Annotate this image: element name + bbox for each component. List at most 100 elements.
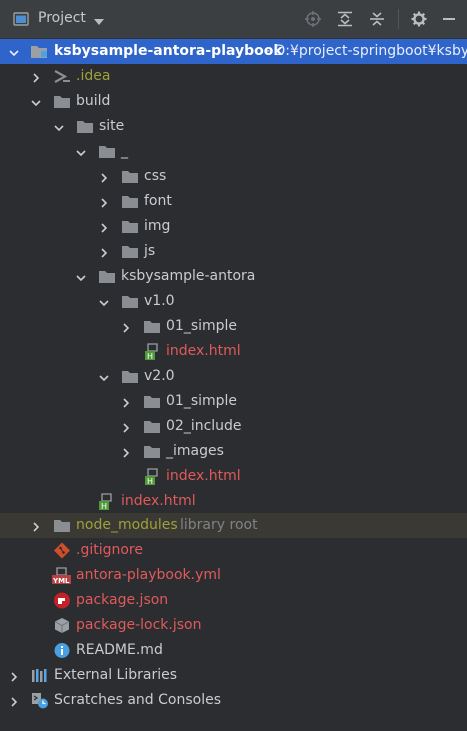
build-label: build — [76, 93, 111, 109]
project-tool-window: Project ksbysample-antora-playbook - D:¥… — [0, 0, 467, 731]
tree-node-font[interactable]: font — [0, 189, 467, 214]
folder-icon — [53, 93, 71, 110]
npm-file-icon — [53, 592, 71, 609]
tree-node-v1[interactable]: v1.0 — [0, 289, 467, 314]
tree-node-v2-index[interactable]: H index.html — [0, 464, 467, 489]
hide-icon[interactable] — [441, 11, 457, 27]
tree-node-playbook[interactable]: YML antora-playbook.yml — [0, 563, 467, 588]
svg-text:H: H — [147, 477, 153, 485]
tree-node-idea[interactable]: .idea — [0, 64, 467, 89]
svg-text:YML: YML — [52, 577, 70, 584]
info-file-icon — [53, 642, 71, 659]
tree-node-readme[interactable]: README.md — [0, 638, 467, 663]
tree-node-external-libraries[interactable]: External Libraries — [0, 663, 467, 688]
chevron-right-icon[interactable] — [99, 221, 109, 233]
chevron-down-icon[interactable] — [31, 96, 41, 107]
folder-icon — [143, 393, 161, 410]
chevron-down-icon[interactable] — [76, 271, 86, 282]
tree-node-scratches[interactable]: Scratches and Consoles — [0, 688, 467, 713]
folder-icon — [76, 118, 94, 135]
folder-icon — [121, 168, 139, 185]
tree-node-node-modules[interactable]: node_modules library root — [0, 513, 467, 538]
tool-window-header: Project — [0, 0, 467, 39]
folder-icon — [121, 193, 139, 210]
js-label: js — [144, 243, 156, 259]
gitignore-label: .gitignore — [76, 542, 143, 558]
v1-index-label: index.html — [166, 343, 241, 359]
tree-node-ksbysample-antora[interactable]: ksbysample-antora — [0, 264, 467, 289]
tree-node-css[interactable]: css — [0, 164, 467, 189]
chevron-down-icon[interactable] — [9, 46, 19, 57]
folder-icon — [98, 143, 116, 160]
tree-node-img[interactable]: img — [0, 214, 467, 239]
tree-node-v2-include[interactable]: 02_include — [0, 414, 467, 439]
site-index-label: index.html — [121, 493, 196, 509]
tree-node-build[interactable]: build — [0, 89, 467, 114]
chevron-right-icon[interactable] — [9, 670, 19, 682]
svg-text:H: H — [147, 352, 153, 360]
locate-icon[interactable] — [305, 11, 321, 27]
folder-icon — [121, 243, 139, 260]
tree-node-package-json[interactable]: package.json — [0, 588, 467, 613]
folder-icon — [143, 418, 161, 435]
chevron-right-icon[interactable] — [121, 396, 131, 408]
tree-node-v1-index[interactable]: H index.html — [0, 339, 467, 364]
chevron-down-icon[interactable] — [99, 371, 109, 382]
tree-node-site-index[interactable]: H index.html — [0, 489, 467, 514]
scratches-icon — [31, 692, 49, 709]
scratches-label: Scratches and Consoles — [54, 692, 221, 708]
chevron-right-icon[interactable] — [121, 421, 131, 433]
v1-simple-label: 01_simple — [166, 318, 238, 334]
folder-icon — [121, 218, 139, 235]
img-label: img — [144, 218, 171, 234]
site-label: site — [99, 118, 125, 134]
folder-icon — [98, 268, 116, 285]
chevron-down-icon[interactable] — [76, 146, 86, 157]
chevron-right-icon[interactable] — [31, 520, 41, 532]
tool-window-title[interactable]: Project — [38, 10, 86, 26]
playbook-label: antora-playbook.yml — [76, 567, 221, 583]
chevron-down-icon[interactable] — [54, 121, 64, 132]
chevron-down-icon[interactable] — [99, 296, 109, 307]
node-modules-label: node_modules — [76, 517, 178, 533]
idea-folder-icon — [53, 68, 71, 85]
chevron-right-icon[interactable] — [99, 246, 109, 258]
chevron-right-icon[interactable] — [9, 695, 19, 707]
chevron-right-icon[interactable] — [31, 71, 41, 83]
tree-node-v2-simple[interactable]: 01_simple — [0, 389, 467, 414]
tree-node-v1-simple[interactable]: 01_simple — [0, 314, 467, 339]
folder-icon — [143, 318, 161, 335]
html-file-icon: H — [144, 468, 162, 486]
chevron-right-icon[interactable] — [99, 196, 109, 208]
gear-icon[interactable] — [411, 11, 427, 27]
library-root-hint: library root — [180, 517, 258, 533]
lock-file-icon — [53, 617, 71, 634]
chevron-right-icon[interactable] — [121, 446, 131, 458]
v2-images-label: _images — [166, 443, 224, 459]
ksbysample-antora-label: ksbysample-antora — [121, 268, 256, 284]
package-json-label: package.json — [76, 592, 169, 608]
idea-label: .idea — [76, 68, 111, 84]
tree-node-gitignore[interactable]: .gitignore — [0, 538, 467, 563]
header-separator — [398, 9, 399, 29]
tree-node-js[interactable]: js — [0, 239, 467, 264]
folder-icon — [121, 368, 139, 385]
underscore-label: _ — [121, 143, 128, 159]
chevron-right-icon[interactable] — [121, 321, 131, 333]
folder-icon — [121, 293, 139, 310]
chevron-right-icon[interactable] — [99, 171, 109, 183]
tree-node-site[interactable]: site — [0, 114, 467, 139]
dropdown-icon[interactable] — [94, 14, 104, 30]
css-label: css — [144, 168, 167, 184]
panel-icon — [13, 11, 29, 27]
folder-icon — [53, 517, 71, 534]
tree-node-v2-images[interactable]: _images — [0, 439, 467, 464]
git-file-icon — [53, 542, 71, 559]
expand-all-icon[interactable] — [337, 11, 353, 27]
tree-node-root[interactable]: ksbysample-antora-playbook - D:¥project-… — [0, 39, 467, 64]
collapse-all-icon[interactable] — [369, 11, 385, 27]
tree-node-package-lock[interactable]: package-lock.json — [0, 613, 467, 638]
tree-node-v2[interactable]: v2.0 — [0, 364, 467, 389]
module-folder-icon — [30, 43, 48, 60]
tree-node-underscore[interactable]: _ — [0, 139, 467, 164]
